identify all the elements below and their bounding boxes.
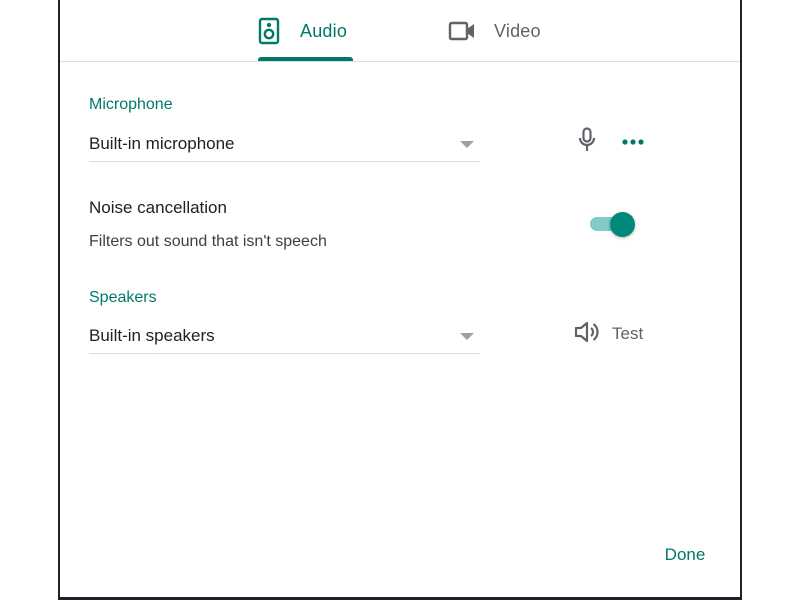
- test-button-label: Test: [612, 324, 644, 343]
- noise-cancellation-toggle[interactable]: [588, 212, 638, 237]
- speakers-section-label: Speakers: [89, 289, 157, 306]
- microphone-icon: [577, 126, 597, 158]
- active-tab-indicator: [258, 57, 353, 61]
- test-speakers-button[interactable]: Test: [574, 318, 643, 350]
- tab-video-label: Video: [494, 20, 541, 41]
- microphone-select-value: Built-in microphone: [89, 134, 235, 153]
- settings-dialog: Audio Video Microphone Built-in micropho…: [58, 0, 742, 600]
- tab-audio-label: Audio: [300, 20, 348, 41]
- speaker-icon: [258, 17, 280, 45]
- volume-icon: [574, 320, 600, 349]
- tab-bar: Audio Video: [60, 0, 740, 62]
- noise-cancellation-description: Filters out sound that isn't speech: [89, 233, 327, 250]
- toggle-thumb: [610, 212, 635, 237]
- microphone-icon-button[interactable]: [572, 126, 602, 158]
- tab-audio[interactable]: Audio: [258, 0, 353, 62]
- dropdown-arrow-icon: [460, 141, 474, 148]
- speakers-select-value: Built-in speakers: [89, 326, 215, 345]
- speakers-select[interactable]: Built-in speakers: [89, 318, 480, 354]
- video-camera-icon: [448, 20, 476, 42]
- microphone-select[interactable]: Built-in microphone: [89, 126, 480, 162]
- done-button[interactable]: Done: [650, 540, 720, 570]
- tab-video[interactable]: Video: [448, 0, 558, 62]
- more-horizontal-icon: [621, 133, 645, 151]
- microphone-section-label: Microphone: [89, 96, 173, 113]
- noise-cancellation-title: Noise cancellation: [89, 198, 227, 217]
- dropdown-arrow-icon: [460, 333, 474, 340]
- more-options-button[interactable]: [618, 127, 648, 157]
